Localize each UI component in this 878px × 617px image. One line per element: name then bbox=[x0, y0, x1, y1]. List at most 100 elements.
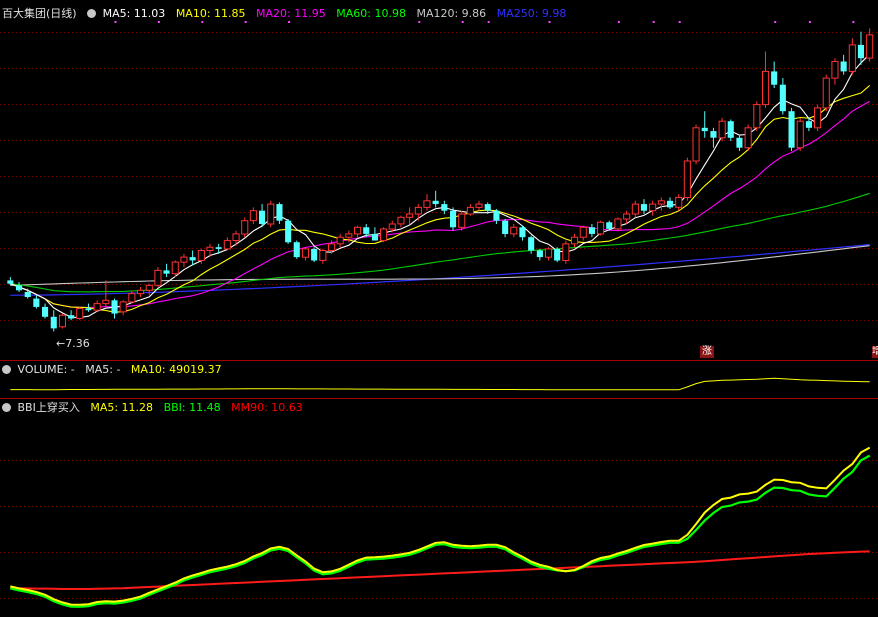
candle-body-down bbox=[111, 300, 118, 314]
legend-ma120: MA120: 9.86 bbox=[416, 7, 487, 20]
candle-body-up bbox=[145, 284, 153, 291]
price-panel-header: 百大集团(日线) MA5: 11.03 MA10: 11.85 MA20: 11… bbox=[2, 6, 573, 21]
candle-body-up bbox=[545, 248, 553, 258]
ma20-line bbox=[10, 100, 870, 309]
candle-body-up bbox=[683, 160, 691, 198]
candle-body-up bbox=[692, 127, 700, 162]
candle-body-down bbox=[371, 233, 378, 241]
candle-body-up bbox=[319, 250, 327, 261]
candle-body-up bbox=[171, 261, 179, 275]
signal-dot bbox=[617, 21, 620, 23]
candle-body-up bbox=[388, 223, 396, 230]
legend-volume: VOLUME: - bbox=[17, 363, 75, 376]
candle-body-down bbox=[493, 210, 500, 221]
ma250-line bbox=[10, 243, 870, 296]
bbi-ma5-line bbox=[10, 446, 871, 606]
candle-body-up bbox=[301, 248, 309, 258]
candle-body-up bbox=[571, 236, 579, 245]
legend-vol-ma5: MA5: - bbox=[85, 363, 121, 376]
settings-dot-icon[interactable] bbox=[2, 365, 11, 374]
candle-body-down bbox=[536, 250, 543, 258]
low-price-value: 7.36 bbox=[65, 337, 90, 350]
candle-body-up bbox=[76, 308, 84, 319]
candle-body-up bbox=[753, 104, 761, 129]
candle-body-down bbox=[432, 200, 439, 205]
candle-body-up bbox=[58, 314, 67, 328]
candle-body-up bbox=[649, 203, 657, 212]
candle-body-up bbox=[406, 213, 414, 218]
candle-body-up bbox=[744, 127, 752, 149]
candle-body-up bbox=[796, 120, 804, 149]
candle-body-up bbox=[458, 213, 466, 228]
candle-body-down bbox=[840, 61, 847, 72]
candle-body-up bbox=[354, 226, 362, 235]
candle-body-down bbox=[857, 44, 864, 59]
candle-body-up bbox=[848, 44, 856, 72]
signal-dot bbox=[774, 21, 777, 23]
candle-body-down bbox=[293, 242, 300, 258]
legend-vol-ma10: MA10: 49019.37 bbox=[130, 363, 222, 376]
candle-body-up bbox=[631, 203, 639, 215]
candle-body-up bbox=[675, 196, 683, 208]
candle-body-up bbox=[814, 107, 822, 129]
candle-body-down bbox=[259, 210, 266, 224]
candle-body-up bbox=[336, 236, 344, 245]
candle-body-down bbox=[727, 121, 734, 138]
mm90-line bbox=[10, 550, 870, 590]
candle-body-up bbox=[597, 221, 605, 235]
candle-body-down bbox=[68, 315, 75, 319]
candle-body-down bbox=[189, 257, 196, 261]
candle-body-up bbox=[414, 206, 422, 215]
settings-dot-icon[interactable] bbox=[87, 9, 97, 18]
candle-body-up bbox=[614, 218, 622, 230]
candle-body-down bbox=[215, 247, 222, 249]
legend-ma60: MA60: 10.98 bbox=[336, 7, 406, 20]
legend-ma250: MA250: 9.98 bbox=[496, 7, 567, 20]
candle-body-down bbox=[285, 220, 292, 243]
candle-body-down bbox=[606, 222, 613, 229]
legend-ma5: MA5: 11.03 bbox=[102, 7, 166, 20]
signal-dot bbox=[114, 21, 117, 23]
legend-bbi-ma5: MA5: 11.28 bbox=[90, 401, 154, 414]
signal-dot bbox=[808, 21, 811, 23]
candle-body-up bbox=[562, 243, 570, 261]
legend-ma10: MA10: 11.85 bbox=[175, 7, 246, 20]
bbi-panel-header: BBI上穿买入 MA5: 11.28 BBI: 11.48 MM90: 10.6… bbox=[2, 400, 310, 415]
candle-body-down bbox=[33, 298, 40, 307]
volume-panel-header: VOLUME: - MA5: - MA10: 49019.37 bbox=[2, 362, 229, 377]
candle-body-up bbox=[197, 250, 205, 261]
candle-body-down bbox=[450, 210, 457, 228]
tag-zeng: 增 bbox=[872, 346, 878, 358]
candle-body-down bbox=[363, 227, 370, 234]
signal-dot bbox=[548, 21, 551, 23]
signal-dot bbox=[244, 21, 247, 23]
signal-dot bbox=[157, 21, 160, 23]
candle-body-down bbox=[42, 306, 49, 317]
low-price-label: ←7.36 bbox=[56, 337, 90, 350]
bbi-panel-title: BBI上穿买入 bbox=[17, 401, 80, 414]
legend-bbi: BBI: 11.48 bbox=[163, 401, 221, 414]
candle-body-up bbox=[102, 299, 110, 305]
candle-body-up bbox=[267, 203, 275, 225]
candle-body-down bbox=[771, 71, 778, 85]
stock-chart bbox=[0, 21, 878, 608]
candle-body-down bbox=[667, 200, 674, 208]
candle-body-up bbox=[397, 216, 405, 225]
candle-body-up bbox=[762, 70, 770, 106]
candle-body-down bbox=[640, 204, 647, 211]
candle-body-up bbox=[831, 61, 839, 79]
candle-body-up bbox=[466, 206, 474, 215]
candle-body-up bbox=[623, 213, 631, 220]
candle-body-up bbox=[328, 243, 336, 251]
candle-body-up bbox=[119, 301, 127, 313]
candle-body-down bbox=[710, 131, 717, 138]
legend-mm90: MM90: 10.63 bbox=[231, 401, 303, 414]
candle-body-down bbox=[163, 270, 170, 274]
candle-body-down bbox=[441, 204, 448, 211]
candle-body-up bbox=[154, 269, 162, 286]
candle-body-down bbox=[528, 237, 535, 251]
settings-dot-icon[interactable] bbox=[2, 403, 11, 412]
bbi-line bbox=[10, 454, 871, 608]
signal-dot bbox=[201, 21, 204, 23]
candle-body-down bbox=[502, 220, 509, 234]
